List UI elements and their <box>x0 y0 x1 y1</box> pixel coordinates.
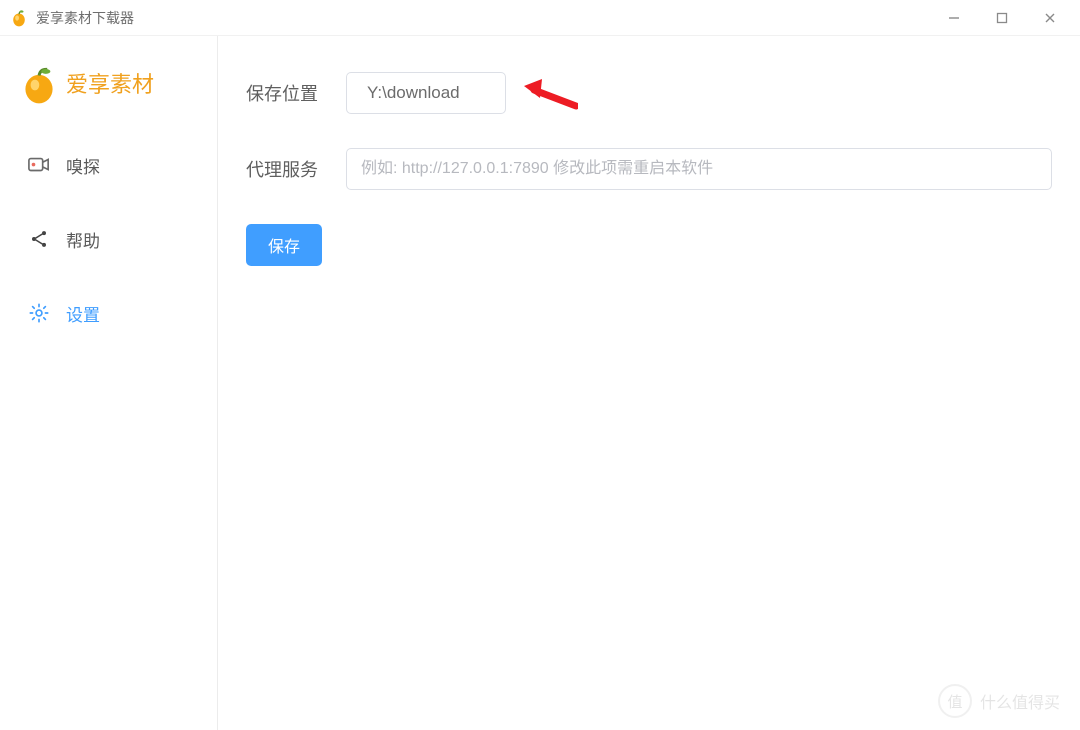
save-path-selector[interactable]: Y:\download <box>346 72 506 114</box>
sidebar-item-label: 嗅探 <box>66 153 100 178</box>
watermark: 值 什么值得买 <box>938 684 1060 718</box>
window-maximize-button[interactable] <box>978 1 1026 35</box>
watermark-text: 什么值得买 <box>980 689 1060 713</box>
brand-text: 爱享素材 <box>66 67 154 99</box>
window-close-button[interactable] <box>1026 1 1074 35</box>
brand-icon <box>22 66 56 100</box>
sidebar-item-settings[interactable]: 设置 <box>0 282 217 344</box>
share-icon <box>28 228 50 250</box>
save-button[interactable]: 保存 <box>246 224 322 266</box>
proxy-row: 代理服务 <box>246 148 1052 190</box>
sidebar-item-help[interactable]: 帮助 <box>0 208 217 270</box>
save-path-label: 保存位置 <box>246 80 328 106</box>
watermark-badge: 值 <box>938 684 972 718</box>
proxy-label: 代理服务 <box>246 156 328 182</box>
sidebar: 爱享素材 嗅探 帮助 <box>0 36 218 730</box>
save-path-value: Y:\download <box>367 83 460 103</box>
app-icon <box>10 9 28 27</box>
sidebar-item-label: 帮助 <box>66 227 100 252</box>
settings-panel: 保存位置 Y:\download 代理服务 保存 <box>218 36 1080 730</box>
camera-icon <box>28 154 50 176</box>
save-path-row: 保存位置 Y:\download <box>246 72 1052 114</box>
window-minimize-button[interactable] <box>930 1 978 35</box>
sidebar-item-sniff[interactable]: 嗅探 <box>0 134 217 196</box>
sidebar-item-label: 设置 <box>66 301 100 326</box>
window-titlebar: 爱享素材下载器 <box>0 0 1080 36</box>
gear-icon <box>28 302 50 324</box>
brand: 爱享素材 <box>0 60 217 122</box>
window-title: 爱享素材下载器 <box>36 8 134 28</box>
proxy-input[interactable] <box>346 148 1052 190</box>
